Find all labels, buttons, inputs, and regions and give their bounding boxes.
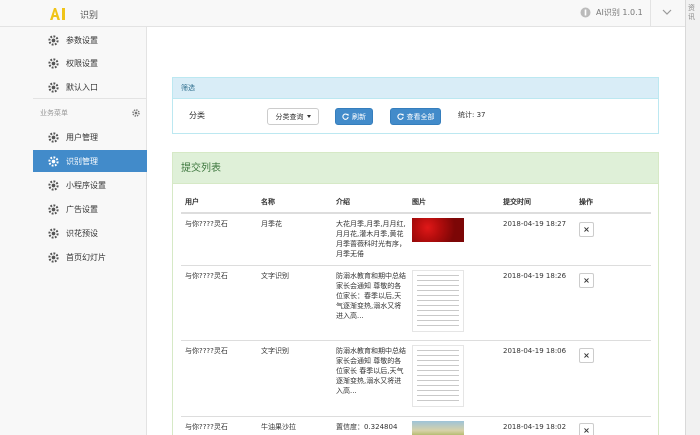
delete-button[interactable]: × (579, 222, 594, 237)
column-header-intro: 介绍 (336, 198, 350, 206)
row-intro: 防溺水教育和期中总结家长会通知 尊敬的各位家长：春季以后,天气逐渐变热,溺水又将… (336, 272, 406, 320)
filter-panel: 筛选 分类 分类查询 刷新 查看全部 统计: 37 (172, 77, 659, 134)
row-name: 月季花 (261, 220, 282, 228)
sidebar-item-label: 识别管理 (66, 156, 98, 166)
gear-icon (48, 251, 59, 263)
row-image-flowers[interactable] (412, 218, 464, 242)
sidebar-divider (33, 98, 147, 99)
sidebar-item-label: 首页幻灯片 (66, 252, 106, 262)
top-bar: 识别 AI识别 1.0.1 (0, 0, 685, 27)
sidebar-item-ads[interactable]: 广告设置 (33, 198, 147, 220)
row-image-food[interactable] (412, 421, 464, 435)
sidebar-item-label: 用户管理 (66, 132, 98, 142)
gear-icon (48, 203, 59, 215)
sidebar-item-label: 广告设置 (66, 204, 98, 214)
submission-list-panel: 提交列表 用户 名称 介绍 图片 提交时间 操作 与你????灵石 月季花 大花… (172, 152, 659, 435)
right-strip-label: 资讯 (688, 4, 695, 21)
gear-icon (48, 179, 59, 191)
sidebar-item-flower-presets[interactable]: 识花预设 (33, 222, 147, 244)
view-all-label: 查看全部 (406, 112, 435, 121)
version-label: AI识别 1.0.1 (596, 8, 643, 17)
row-name: 牛油果沙拉 (261, 423, 296, 431)
gear-icon (48, 34, 59, 46)
caret-down-icon (306, 115, 311, 118)
gear-icon[interactable] (132, 109, 140, 117)
view-all-button[interactable]: 查看全部 (390, 108, 441, 125)
table-row: 与你????灵石 月季花 大花月季,月季,月月红,月月花,灌木月季,黄花月季蔷薇… (181, 213, 651, 265)
refresh-label: 刷新 (352, 112, 366, 121)
row-name: 文字识别 (261, 347, 289, 355)
sidebar-group-header: 业务菜单 (33, 107, 147, 119)
ai-badge-icon (580, 7, 591, 18)
sidebar-item-recognition[interactable]: 识别管理 (33, 150, 147, 172)
gear-icon (48, 81, 59, 93)
sidebar-item-label: 识花预设 (66, 228, 98, 238)
sidebar-item-label: 参数设置 (66, 35, 98, 45)
total-count: 统计: 37 (458, 111, 486, 119)
version-info[interactable]: AI识别 1.0.1 (580, 7, 643, 18)
app-logo-icon (50, 8, 65, 20)
row-user: 与你????灵石 (185, 272, 228, 280)
close-icon: × (583, 351, 590, 360)
column-header-user: 用户 (185, 198, 199, 206)
column-header-time: 提交时间 (503, 198, 531, 206)
row-name: 文字识别 (261, 272, 289, 280)
app-title: 识别 (80, 11, 99, 21)
row-image-document[interactable] (412, 345, 464, 407)
row-time: 2018-04-19 18:26 (503, 272, 567, 280)
sidebar-item-label: 权限设置 (66, 58, 98, 68)
row-intro: 防溺水教育和期中总结家长会通知 尊敬的各位家长 春季以后,天气逐渐变热,溺水又将… (336, 347, 406, 395)
filter-panel-header: 筛选 (173, 78, 658, 99)
sidebar-item-label: 默认入口 (66, 82, 98, 92)
close-icon: × (583, 426, 590, 435)
sidebar-item-miniprogram[interactable]: 小程序设置 (33, 174, 147, 196)
delete-button[interactable]: × (579, 273, 594, 288)
row-time: 2018-04-19 18:02 (503, 423, 567, 431)
refresh-icon (396, 113, 404, 120)
sidebar-item-params[interactable]: 参数设置 (33, 29, 147, 51)
table-row: 与你????灵石 文字识别 防溺水教育和期中总结家长会通知 尊敬的各位家长 春季… (181, 340, 651, 416)
row-image-document[interactable] (412, 270, 464, 332)
row-intro: 置信度：0.324804 (336, 423, 398, 431)
sidebar-group-label: 业务菜单 (40, 109, 68, 117)
category-dropdown[interactable]: 分类查询 (267, 108, 319, 125)
gear-icon (48, 227, 59, 239)
table-row: 与你????灵石 文字识别 防溺水教育和期中总结家长会通知 尊敬的各位家长：春季… (181, 265, 651, 340)
sidebar-item-users[interactable]: 用户管理 (33, 126, 147, 148)
category-label: 分类 (189, 111, 205, 120)
row-intro: 大花月季,月季,月月红,月月花,灌木月季,黄花月季蔷薇科时光有序，月季无倦 (336, 220, 406, 258)
refresh-button[interactable]: 刷新 (335, 108, 373, 125)
column-header-image: 图片 (412, 198, 426, 206)
row-user: 与你????灵石 (185, 220, 228, 228)
close-icon: × (583, 225, 590, 234)
chevron-down-icon[interactable] (661, 6, 673, 18)
delete-button[interactable]: × (579, 423, 594, 435)
refresh-icon (342, 113, 349, 120)
row-time: 2018-04-19 18:06 (503, 347, 567, 355)
delete-button[interactable]: × (579, 348, 594, 363)
row-user: 与你????灵石 (185, 423, 228, 431)
gear-icon (48, 131, 59, 143)
sidebar-item-permissions[interactable]: 权限设置 (33, 52, 147, 74)
list-panel-title: 提交列表 (173, 153, 658, 184)
table-row: 与你????灵石 牛油果沙拉 置信度：0.324804 2018-04-19 1… (181, 416, 651, 435)
column-header-name: 名称 (261, 198, 275, 206)
top-divider (650, 0, 651, 27)
column-header-action: 操作 (579, 198, 593, 206)
sidebar-item-default-entry[interactable]: 默认入口 (33, 76, 147, 98)
close-icon: × (583, 276, 590, 285)
gear-icon (48, 57, 59, 69)
row-user: 与你????灵石 (185, 347, 228, 355)
category-dropdown-value: 分类查询 (275, 112, 304, 121)
sidebar-item-label: 小程序设置 (66, 180, 106, 190)
right-side-panel[interactable]: 资讯 (685, 0, 700, 435)
sidebar-item-slides[interactable]: 首页幻灯片 (33, 246, 147, 268)
gear-icon (48, 155, 59, 167)
row-time: 2018-04-19 18:27 (503, 220, 567, 228)
